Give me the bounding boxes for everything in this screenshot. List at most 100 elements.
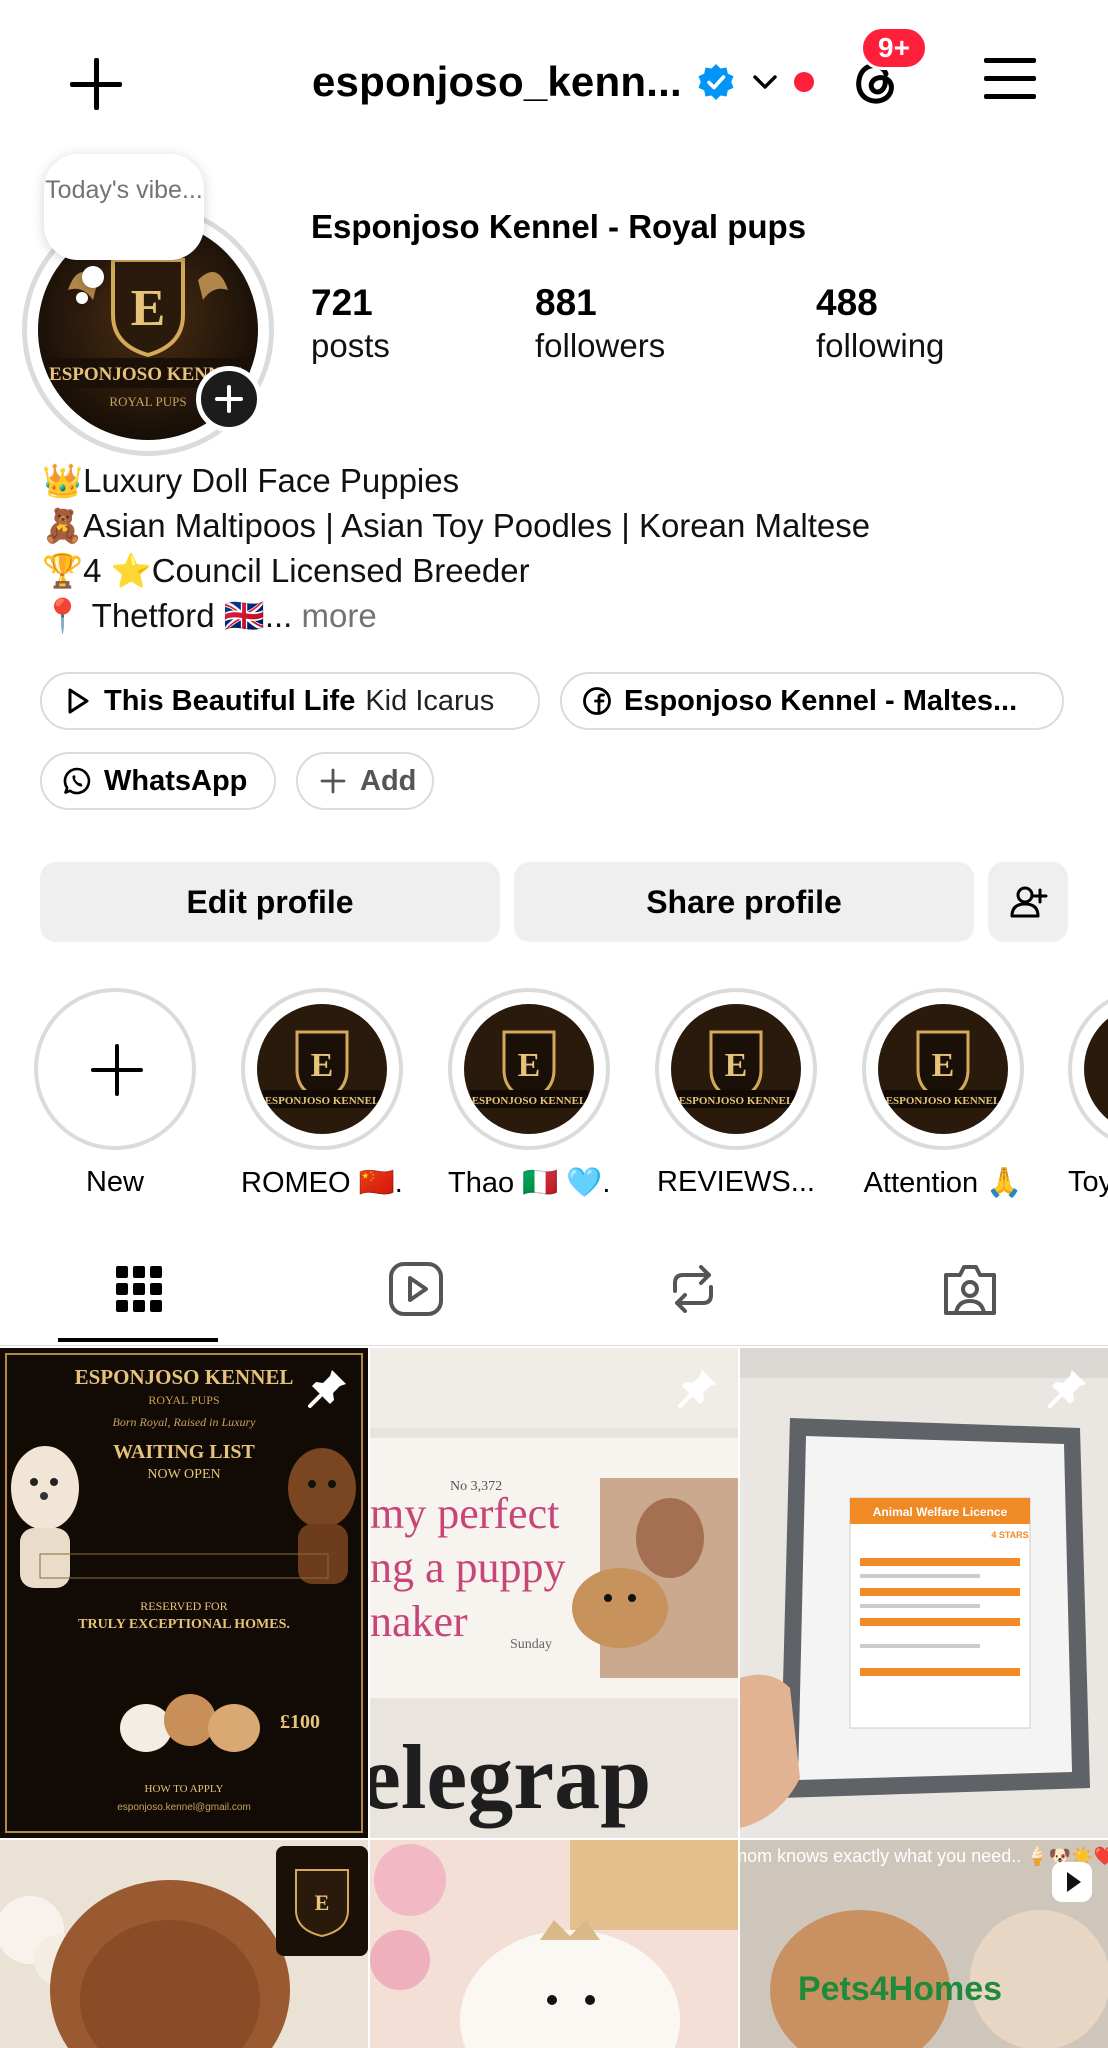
post-tile[interactable]: ESPONJOSO KENNEL ROYAL PUPS Born Royal, … [0,1348,368,1838]
hamburger-menu-icon[interactable] [984,56,1040,100]
pinned-icon [308,1370,346,1408]
tab-grid[interactable] [0,1232,277,1346]
post-image: ESPONJOSO KENNEL ROYAL PUPS Born Royal, … [0,1348,368,1838]
post2-line3: naker [370,1597,468,1646]
unread-dot [793,72,814,92]
svg-text:E: E [932,1047,955,1084]
following-stat[interactable]: 488 following [816,282,944,368]
tab-reels[interactable] [277,1232,554,1346]
highlight-label: Thao 🇮🇹 🩵... [448,1167,610,1199]
highlight-item[interactable]: E ESPONJOSO KENNEL REVIEWS... [655,988,817,1199]
reel-indicator-icon [1052,1862,1092,1902]
highlight-cover: E ESPONJOSO KENNEL [464,1004,594,1134]
discover-people-button[interactable] [988,862,1068,942]
post1-sub: ROYAL PUPS [148,1393,219,1407]
facebook-link-text: Esponjoso Kennel - Maltes... [624,684,1018,717]
post1-email: esponjoso.kennel@gmail.com [117,1802,251,1813]
bio: 👑Luxury Doll Face Puppies 🧸Asian Maltipo… [42,458,870,638]
add-link-pill[interactable]: Add [296,752,434,810]
post2-line1: my perfect [370,1489,559,1538]
account-switcher[interactable]: esponjoso_kenn... [312,52,814,112]
svg-text:E: E [725,1047,748,1084]
highlight-label: ROMEO 🇨🇳... [241,1167,403,1199]
post-tile[interactable]: No 3,372 my perfect ng a puppy naker Sun… [370,1348,738,1838]
facebook-link-pill[interactable]: Esponjoso Kennel - Maltes... [560,672,1064,730]
share-profile-label: Share profile [646,883,842,920]
followers-label: followers [535,327,666,364]
crown-emoji: 👑 [42,462,84,499]
post4-logo-letter: E [315,1890,330,1915]
post1-headline: WAITING LIST [113,1441,255,1463]
tab-tagged[interactable] [831,1232,1108,1346]
note-bubble-tail [82,266,104,288]
post1-apply: HOW TO APPLY [145,1783,224,1795]
post3-rating: 4 STARS [991,1530,1028,1540]
facebook-icon [583,687,611,715]
highlight-item-partial[interactable]: Toy [1068,988,1108,1199]
note-bubble-tail-small [76,292,88,304]
highlight-item[interactable]: E ESPONJOSO KENNEL ROMEO 🇨🇳... [241,988,403,1200]
highlight-label: REVIEWS... [657,1166,815,1198]
edit-profile-label: Edit profile [186,883,354,920]
highlight-new[interactable]: New [34,988,196,1199]
post1-motto: Born Royal, Raised in Luxury [113,1415,257,1429]
pinned-icon [1048,1370,1086,1408]
whatsapp-link-pill[interactable]: WhatsApp [40,752,276,810]
bio-more-link[interactable]: more [302,597,377,634]
top-bar: esponjoso_kenn... 9+ [0,0,1108,160]
whatsapp-label: WhatsApp [104,764,248,797]
music-link-pill[interactable]: This Beautiful Life Kid Icarus [40,672,540,730]
post6-watermark: Pets4Homes [798,1970,1002,2008]
note-bubble[interactable]: Today's vibe... [44,154,204,260]
logo-tagline: ROYAL PUPS [109,394,186,409]
repost-icon [672,1265,713,1313]
post-image [370,1840,738,2048]
teddy-emoji: 🧸 [42,507,84,544]
profile-tabs [0,1232,1108,1346]
add-person-icon [1010,886,1048,918]
svg-text:ESPONJOSO KENNEL: ESPONJOSO KENNEL [886,1095,1001,1107]
highlight-cover: E ESPONJOSO KENNEL [671,1004,801,1134]
share-profile-button[interactable]: Share profile [514,862,974,942]
bio-line: 📍 Thetford 🇬🇧... more [42,597,377,634]
pin-emoji: 📍 [42,597,84,634]
post-image: No 3,372 my perfect ng a puppy naker Sun… [370,1348,738,1838]
followers-count: 881 [535,282,597,323]
highlight-label: New [85,1166,144,1198]
post-tile[interactable] [370,1840,738,2048]
post-tile[interactable]: E [0,1840,368,2048]
svg-text:ESPONJOSO KENNEL: ESPONJOSO KENNEL [265,1095,380,1107]
add-story-button[interactable] [196,366,262,432]
followers-stat[interactable]: 881 followers [535,282,665,368]
verified-badge-icon [698,64,734,100]
notification-badge: 9+ [860,26,928,70]
post1-reserved2: TRULY EXCEPTIONAL HOMES. [78,1617,290,1632]
posts-count: 721 [311,282,373,323]
username[interactable]: esponjoso_kenn... [312,58,682,106]
create-plus-icon[interactable] [66,54,126,114]
post1-price: £100 [280,1711,320,1733]
tagged-icon [943,1265,996,1315]
post-tile[interactable]: Animal Welfare Licence 4 STARS [740,1348,1108,1838]
music-title: This Beautiful Life [104,684,356,717]
post2-line2: ng a puppy [370,1543,566,1592]
post-tile[interactable]: mom knows exactly what you need.. 🍦🐶☀️❤️… [740,1840,1108,2048]
chevron-down-icon[interactable] [750,67,780,97]
svg-text:ESPONJOSO KENNEL: ESPONJOSO KENNEL [679,1095,794,1107]
posts-stat[interactable]: 721 posts [311,282,390,368]
grid-icon [115,1266,162,1312]
display-name: Esponjoso Kennel - Royal pups [311,208,807,245]
highlight-item[interactable]: E ESPONJOSO KENNEL Thao 🇮🇹 🩵... [448,988,610,1200]
svg-text:E: E [518,1047,541,1084]
trophy-emoji: 🏆 [42,552,84,589]
highlight-item[interactable]: E ESPONJOSO KENNEL Attention 🙏 [862,988,1024,1200]
reels-icon [388,1262,443,1316]
svg-text:ESPONJOSO KENNEL: ESPONJOSO KENNEL [472,1095,587,1107]
tab-reposts[interactable] [554,1232,831,1346]
highlight-label: Toy [1068,1166,1108,1198]
edit-profile-button[interactable]: Edit profile [40,862,500,942]
bio-line: 👑Luxury Doll Face Puppies [42,462,460,499]
post-image: E [0,1840,368,2048]
note-text: Today's vibe... [45,176,203,204]
new-highlight-plus-icon [34,988,196,1150]
